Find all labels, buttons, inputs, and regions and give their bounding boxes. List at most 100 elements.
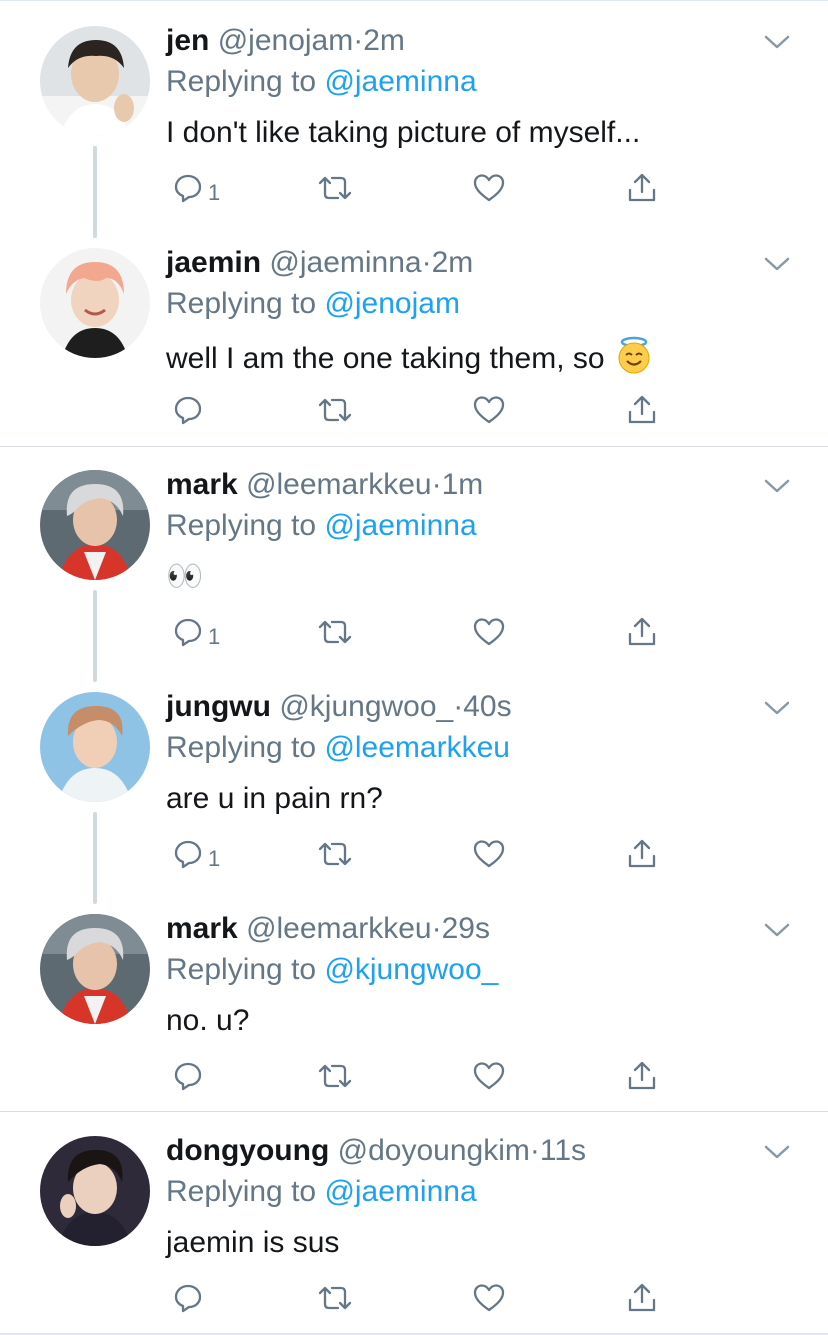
retweet-button[interactable] [316, 836, 354, 876]
replying-to-line: Replying to @jaeminna [166, 1173, 477, 1211]
tweet-actions [166, 1280, 676, 1320]
reply-icon [172, 1282, 204, 1319]
user-handle[interactable]: @kjungwoo_ [279, 690, 453, 723]
like-button[interactable] [472, 1058, 506, 1098]
share-button[interactable] [626, 392, 658, 432]
chevron-down-icon[interactable] [764, 1144, 790, 1165]
like-icon [472, 838, 506, 875]
user-handle[interactable]: @doyoungkim [338, 1134, 530, 1167]
replying-to-line: Replying to @kjungwoo_ [166, 951, 498, 989]
like-button[interactable] [472, 836, 506, 876]
timestamp[interactable]: 29s [442, 912, 490, 945]
share-button[interactable] [626, 170, 658, 210]
replying-to-label: Replying to [166, 509, 317, 542]
retweet-button[interactable] [316, 1280, 354, 1320]
tweet-actions [166, 1058, 676, 1098]
chevron-down-icon[interactable] [764, 34, 790, 55]
retweet-button[interactable] [316, 1058, 354, 1098]
tweet-actions: 1 [166, 614, 676, 654]
display-name[interactable]: dongyoung [166, 1134, 329, 1167]
replying-to-mention[interactable]: @jaeminna [324, 509, 476, 542]
like-icon [472, 616, 506, 653]
retweet-icon [316, 1060, 354, 1097]
reply-button[interactable] [172, 1058, 208, 1098]
like-button[interactable] [472, 1280, 506, 1320]
tweet[interactable]: jaemin @jaeminna·2m Replying to @jenojam… [0, 222, 828, 444]
display-name[interactable]: jungwu [166, 690, 271, 723]
separator-dot: · [453, 690, 464, 723]
separator-dot: · [421, 246, 432, 279]
timestamp[interactable]: 1m [442, 468, 484, 501]
tweet-text: are u in pain rn? [166, 782, 383, 815]
replying-to-line: Replying to @jaeminna [166, 507, 477, 545]
retweet-icon [316, 172, 354, 209]
timestamp[interactable]: 2m [363, 24, 405, 57]
reply-button[interactable]: 1 [172, 170, 220, 210]
tweet-text: no. u? [166, 1004, 250, 1037]
avatar[interactable] [40, 1136, 150, 1246]
display-name[interactable]: jaemin [166, 246, 261, 279]
reply-count: 1 [208, 846, 221, 871]
reply-button[interactable] [172, 392, 208, 432]
share-icon [626, 837, 658, 876]
tweet-text-line: well I am the one taking them, so [166, 336, 653, 384]
avatar[interactable] [40, 26, 150, 136]
tweet[interactable]: jungwu @kjungwoo_·40s Replying to @leema… [0, 666, 828, 888]
user-handle[interactable]: @leemarkkeu [246, 468, 432, 501]
timestamp[interactable]: 11s [540, 1134, 586, 1167]
avatar[interactable] [40, 914, 150, 1024]
tweet[interactable]: dongyoung @doyoungkim·11s Replying to @j… [0, 1110, 828, 1332]
reply-button[interactable] [172, 1280, 208, 1320]
replying-to-mention[interactable]: @jaeminna [324, 65, 476, 98]
retweet-button[interactable] [316, 170, 354, 210]
replying-to-mention[interactable]: @jenojam [324, 287, 460, 320]
avatar[interactable] [40, 692, 150, 802]
user-handle[interactable]: @jaeminna [269, 246, 421, 279]
share-button[interactable] [626, 614, 658, 654]
share-button[interactable] [626, 1058, 658, 1098]
share-button[interactable] [626, 836, 658, 876]
like-button[interactable] [472, 614, 506, 654]
like-icon [472, 172, 506, 209]
timestamp[interactable]: 40s [463, 690, 511, 723]
retweet-icon [316, 1282, 354, 1319]
retweet-button[interactable] [316, 614, 354, 654]
chevron-down-icon[interactable] [764, 922, 790, 943]
reply-button[interactable]: 1 [172, 614, 220, 654]
timestamp[interactable]: 2m [432, 246, 474, 279]
tweet-text: well I am the one taking them, so [166, 341, 605, 375]
like-button[interactable] [472, 392, 506, 432]
chevron-down-icon[interactable] [764, 700, 790, 721]
avatar[interactable] [40, 248, 150, 358]
retweet-button[interactable] [316, 392, 354, 432]
reply-icon [172, 1060, 204, 1097]
user-handle[interactable]: @leemarkkeu [246, 912, 432, 945]
share-icon [626, 393, 658, 432]
tweet[interactable]: jen @jenojam·2m Replying to @jaeminna I … [0, 0, 828, 222]
display-name[interactable]: mark [166, 912, 238, 945]
replying-to-mention[interactable]: @kjungwoo_ [324, 953, 498, 986]
replying-to-line: Replying to @leemarkkeu [166, 729, 510, 767]
tweet-header: jaemin @jaeminna·2m [166, 244, 473, 282]
reply-count: 1 [208, 624, 221, 649]
reply-button[interactable]: 1 [172, 836, 220, 876]
like-icon [472, 1282, 506, 1319]
tweet[interactable]: mark @leemarkkeu·1m Replying to @jaeminn… [0, 444, 828, 666]
like-button[interactable] [472, 170, 506, 210]
display-name[interactable]: jen [166, 24, 209, 57]
reply-icon [172, 838, 204, 875]
retweet-icon [316, 838, 354, 875]
replying-to-mention[interactable]: @jaeminna [324, 1175, 476, 1208]
tweet-text: jaemin is sus [166, 1226, 340, 1259]
replying-to-label: Replying to [166, 1175, 317, 1208]
avatar[interactable] [40, 470, 150, 580]
chevron-down-icon[interactable] [764, 478, 790, 499]
chevron-down-icon[interactable] [764, 256, 790, 277]
user-handle[interactable]: @jenojam [218, 24, 354, 57]
share-button[interactable] [626, 1280, 658, 1320]
tweet-header: jen @jenojam·2m [166, 22, 405, 60]
display-name[interactable]: mark [166, 468, 238, 501]
replying-to-mention[interactable]: @leemarkkeu [324, 731, 510, 764]
replying-to-label: Replying to [166, 287, 317, 320]
tweet[interactable]: mark @leemarkkeu·29s Replying to @kjungw… [0, 888, 828, 1110]
